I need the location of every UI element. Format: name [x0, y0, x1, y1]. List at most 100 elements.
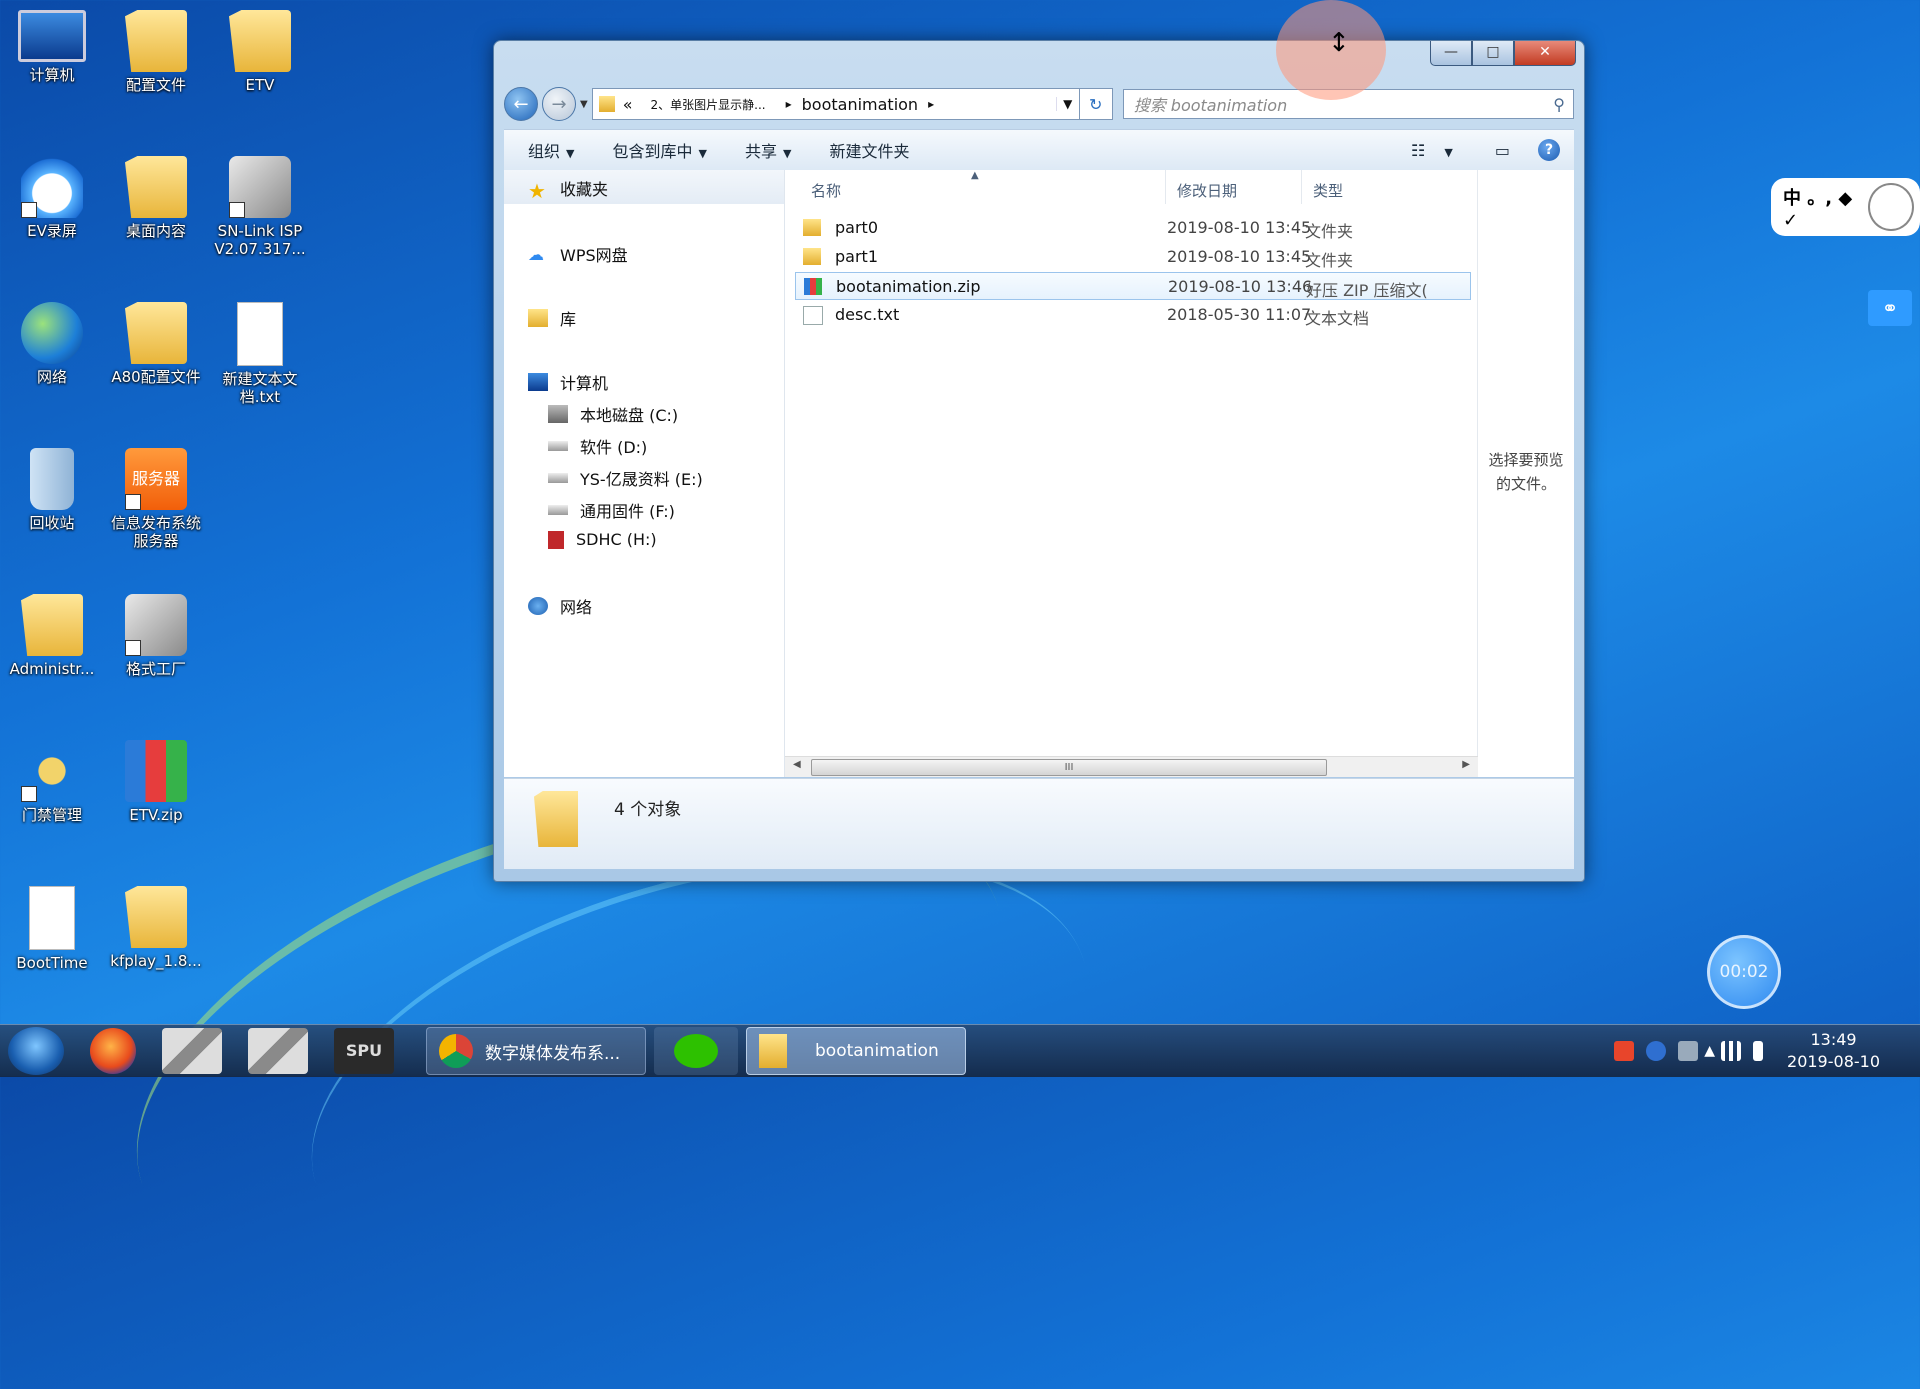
- scroll-right-icon[interactable]: ▶: [1462, 759, 1470, 770]
- desktop-icon-boottime[interactable]: BootTime: [0, 886, 104, 972]
- column-header-type[interactable]: 类型: [1313, 180, 1343, 201]
- clock[interactable]: 13:49 2019-08-10: [1787, 1029, 1880, 1073]
- sidebar-item-drive-d[interactable]: 软件 (D:): [548, 434, 647, 458]
- file-row[interactable]: part0 2019-08-10 13:45 文件夹: [795, 214, 1471, 242]
- close-button[interactable]: ✕: [1514, 41, 1576, 66]
- column-divider[interactable]: [1165, 170, 1166, 204]
- sidebar-item-wps[interactable]: ☁ WPS网盘: [528, 242, 628, 266]
- address-overflow-chevron[interactable]: «: [623, 95, 633, 114]
- preview-pane-icon[interactable]: ▭: [1495, 141, 1510, 160]
- desktop-icon-sn-link[interactable]: SN-Link ISP V2.07.317...: [208, 156, 312, 258]
- command-bar: 组织 ▼ 包含到库中 ▼ 共享 ▼ 新建文件夹 ☷ ▼ ▭ ?: [504, 129, 1574, 171]
- sidebar-item-libraries[interactable]: 库: [528, 306, 576, 330]
- breadcrumb-segment-current[interactable]: bootanimation: [802, 95, 918, 114]
- taskbar-item-chrome[interactable]: 数字媒体发布系...: [426, 1027, 646, 1075]
- show-hidden-icons-icon[interactable]: ▲: [1704, 1043, 1715, 1059]
- file-icon: [29, 886, 75, 950]
- library-icon: [528, 309, 548, 327]
- forward-button[interactable]: →: [542, 87, 576, 121]
- start-button[interactable]: [8, 1027, 64, 1075]
- format-factory-icon: [125, 594, 187, 656]
- desktop-icon-recycle-bin[interactable]: 回收站: [0, 448, 104, 532]
- explorer-window[interactable]: — □ ✕ ← → ▼ « 2、单张图片显示静... ▸ bootanimati…: [493, 40, 1585, 882]
- desktop-icon-network[interactable]: 网络: [0, 302, 104, 386]
- desktop-icon-administrator[interactable]: Administr...: [0, 594, 104, 678]
- file-row[interactable]: part1 2019-08-10 13:45 文件夹: [795, 243, 1471, 271]
- ime-toolbar[interactable]: 中 。, ◆ ✓: [1771, 178, 1920, 236]
- sidebar-item-drive-e[interactable]: YS-亿晟资料 (E:): [548, 466, 703, 490]
- horizontal-scrollbar[interactable]: ◀ III ▶: [785, 756, 1478, 777]
- signal-icon[interactable]: [1721, 1041, 1742, 1061]
- desktop-icon-ev-recorder[interactable]: EV录屏: [0, 156, 104, 240]
- folder-icon: [125, 886, 187, 948]
- desktop-icon-desktop-content[interactable]: 桌面内容: [104, 156, 208, 240]
- breadcrumb-segment[interactable]: 2、单张图片显示静...: [651, 96, 766, 113]
- minimize-button[interactable]: —: [1430, 41, 1472, 66]
- desktop-icon-a80-config[interactable]: A80配置文件: [104, 302, 208, 386]
- network-icon: [21, 302, 83, 364]
- sogou-icon[interactable]: [1614, 1041, 1635, 1061]
- desktop-icon-access-control[interactable]: 门禁管理: [0, 740, 104, 824]
- column-header-name[interactable]: 名称: [811, 180, 841, 201]
- folder-icon: [598, 96, 615, 112]
- view-options-icon[interactable]: ☷ ▼: [1411, 141, 1467, 160]
- desktop-icon-info-server[interactable]: 服务器 信息发布系统服务器: [104, 448, 208, 550]
- spu-app-icon[interactable]: SPU: [334, 1028, 394, 1074]
- address-dropdown[interactable]: ▼: [1055, 97, 1079, 111]
- desktop-icon-kfplay[interactable]: kfplay_1.8...: [104, 886, 208, 970]
- folder-icon: [125, 302, 187, 364]
- new-folder-button[interactable]: 新建文件夹: [829, 138, 909, 162]
- folder-icon: [534, 791, 578, 847]
- taskbar-item-explorer[interactable]: bootanimation: [746, 1027, 966, 1075]
- column-header-date[interactable]: 修改日期: [1177, 180, 1237, 201]
- recording-timer[interactable]: 00:02: [1707, 935, 1781, 1009]
- desktop-icon-etv-zip[interactable]: ETV.zip: [104, 740, 208, 824]
- search-icon[interactable]: ⚲: [1553, 95, 1565, 114]
- include-in-library-menu[interactable]: 包含到库中 ▼: [612, 138, 706, 162]
- refresh-button[interactable]: ↻: [1079, 88, 1113, 120]
- desktop-icon-new-text[interactable]: 新建文本文档.txt: [208, 302, 312, 406]
- desktop-icon-format-factory[interactable]: 格式工厂: [104, 594, 208, 678]
- cloud-sync-icon[interactable]: ⚭: [1868, 290, 1912, 326]
- help-icon[interactable]: ?: [1538, 139, 1560, 161]
- column-divider[interactable]: [1301, 170, 1302, 204]
- drive-icon: [548, 441, 568, 451]
- scroll-thumb[interactable]: III: [811, 759, 1327, 776]
- scroll-left-icon[interactable]: ◀: [793, 759, 801, 770]
- sidebar-item-network[interactable]: 网络: [528, 594, 592, 618]
- chevron-down-icon: ▼: [782, 147, 792, 160]
- desktop-icon-computer[interactable]: 计算机: [0, 10, 104, 84]
- breadcrumb-separator[interactable]: ▸: [786, 97, 792, 111]
- preview-pane: 选择要预览的文件。: [1477, 170, 1574, 777]
- share-menu[interactable]: 共享 ▼: [745, 138, 791, 162]
- address-bar[interactable]: « 2、单张图片显示静... ▸ bootanimation ▸ ▼: [591, 88, 1080, 120]
- file-row[interactable]: desc.txt 2018-05-30 11:07 文本文档: [795, 301, 1471, 329]
- sidebar-item-drive-h[interactable]: SDHC (H:): [548, 530, 657, 549]
- navigation-pane: ★ 收藏夹 ☁ WPS网盘 库 计算机 本地磁盘 (C:) 软件 (D:) YS-亿…: [504, 170, 785, 777]
- taskbar-item-wechat[interactable]: [654, 1027, 738, 1075]
- sidebar-item-drive-f[interactable]: 通用固件 (F:): [548, 498, 675, 522]
- recent-pages-dropdown[interactable]: ▼: [580, 99, 588, 110]
- maximize-button[interactable]: □: [1472, 41, 1514, 66]
- organize-menu[interactable]: 组织 ▼: [528, 138, 574, 162]
- sidebar-item-computer[interactable]: 计算机: [528, 370, 608, 394]
- file-row-selected[interactable]: bootanimation.zip 2019-08-10 13:46 好压 ZI…: [795, 272, 1471, 300]
- sidebar-item-drive-c[interactable]: 本地磁盘 (C:): [548, 402, 678, 426]
- breadcrumb-separator[interactable]: ▸: [928, 97, 934, 111]
- tool-icon[interactable]: [162, 1028, 222, 1074]
- desktop-icon-config[interactable]: 配置文件: [104, 10, 208, 94]
- desktop-icon-etv[interactable]: ETV: [208, 10, 312, 94]
- firefox-icon[interactable]: [90, 1028, 136, 1074]
- resize-cursor-icon: ↕: [1328, 28, 1350, 58]
- tool-icon[interactable]: [248, 1028, 308, 1074]
- star-icon: ★: [528, 179, 546, 203]
- network-status-icon[interactable]: [1678, 1041, 1699, 1061]
- chevron-down-icon: ▼: [698, 147, 707, 160]
- back-button[interactable]: ←: [504, 87, 538, 121]
- sidebar-item-favorites[interactable]: ★ 收藏夹: [528, 176, 608, 203]
- ime-status[interactable]: 中 。, ◆ ✓: [1783, 184, 1868, 231]
- battery-icon[interactable]: [1753, 1041, 1764, 1061]
- user-folder-icon: [21, 594, 83, 656]
- help-icon[interactable]: [1646, 1041, 1667, 1061]
- chrome-icon: [439, 1034, 473, 1068]
